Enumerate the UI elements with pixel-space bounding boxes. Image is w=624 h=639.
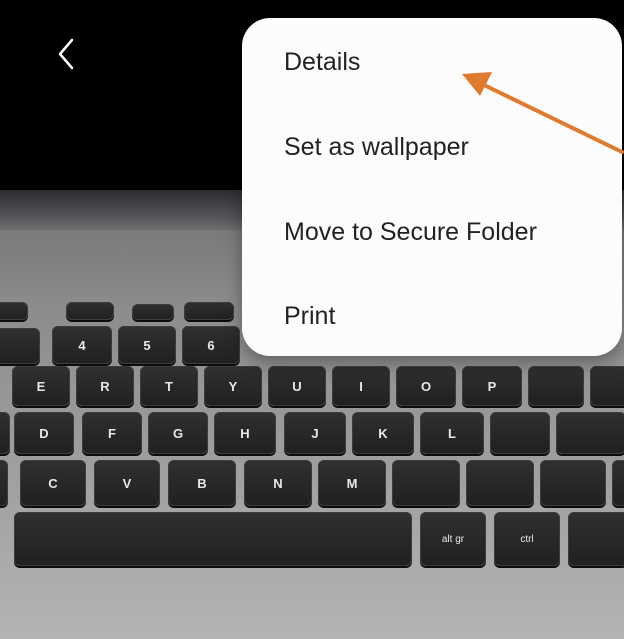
key: G bbox=[148, 412, 208, 454]
key bbox=[0, 328, 40, 364]
key-label: I bbox=[359, 378, 363, 394]
key: L bbox=[420, 412, 484, 454]
key bbox=[0, 302, 28, 320]
key bbox=[528, 366, 584, 406]
key-label: R bbox=[100, 378, 110, 394]
menu-item-print[interactable]: Print bbox=[284, 302, 335, 331]
key: 6 bbox=[182, 326, 240, 364]
key-label: U bbox=[292, 378, 302, 394]
key: R bbox=[76, 366, 134, 406]
key-label: K bbox=[378, 425, 388, 441]
key-label: M bbox=[346, 475, 358, 491]
key: N bbox=[244, 460, 312, 506]
key bbox=[392, 460, 460, 506]
key-label: D bbox=[39, 425, 49, 441]
key-label: C bbox=[48, 475, 58, 491]
key bbox=[556, 412, 624, 454]
key: 4 bbox=[52, 326, 112, 364]
key: I bbox=[332, 366, 390, 406]
key: U bbox=[268, 366, 326, 406]
key-label: T bbox=[165, 378, 173, 394]
photo-viewer-screen: 4 5 6 E R T Y U I O P D F G H J K L C V … bbox=[0, 0, 624, 639]
key: O bbox=[396, 366, 456, 406]
menu-item-move-to-secure-folder[interactable]: Move to Secure Folder bbox=[284, 218, 537, 247]
key-label: J bbox=[311, 425, 319, 441]
key-label: B bbox=[197, 475, 207, 491]
key-label: ctrl bbox=[520, 533, 534, 545]
key-label: F bbox=[108, 425, 116, 441]
key bbox=[612, 460, 624, 506]
key-label: P bbox=[487, 378, 497, 394]
key-label: O bbox=[420, 378, 432, 394]
key: M bbox=[318, 460, 386, 506]
key: 5 bbox=[118, 326, 176, 364]
key: V bbox=[94, 460, 160, 506]
key bbox=[568, 512, 624, 566]
key: J bbox=[284, 412, 346, 454]
key-label: N bbox=[273, 475, 283, 491]
key: K bbox=[352, 412, 414, 454]
spacebar-key bbox=[14, 512, 412, 566]
key-label: 5 bbox=[143, 337, 151, 353]
menu-item-set-as-wallpaper[interactable]: Set as wallpaper bbox=[284, 133, 469, 162]
key bbox=[540, 460, 606, 506]
key bbox=[132, 304, 174, 320]
key: E bbox=[12, 366, 70, 406]
key bbox=[0, 412, 10, 454]
key: B bbox=[168, 460, 236, 506]
key-label: G bbox=[172, 425, 184, 441]
menu-item-details[interactable]: Details bbox=[284, 48, 360, 77]
key bbox=[184, 302, 234, 320]
key: H bbox=[214, 412, 276, 454]
key bbox=[466, 460, 534, 506]
key: ctrl bbox=[494, 512, 560, 566]
back-icon[interactable] bbox=[52, 36, 82, 72]
key: D bbox=[14, 412, 74, 454]
key-label: L bbox=[448, 425, 456, 441]
key-label: Y bbox=[228, 378, 238, 394]
overflow-menu: Details Set as wallpaper Move to Secure … bbox=[242, 18, 622, 356]
key-label: V bbox=[122, 475, 132, 491]
key bbox=[66, 302, 114, 320]
key bbox=[490, 412, 550, 454]
key: P bbox=[462, 366, 522, 406]
key: C bbox=[20, 460, 86, 506]
key bbox=[590, 366, 624, 406]
key: Y bbox=[204, 366, 262, 406]
key-label: 4 bbox=[78, 337, 86, 353]
key bbox=[0, 460, 8, 506]
key-label: 6 bbox=[207, 337, 215, 353]
key-label: H bbox=[240, 425, 250, 441]
key: alt gr bbox=[420, 512, 486, 566]
key-label: alt gr bbox=[441, 533, 465, 545]
key: F bbox=[82, 412, 142, 454]
key-label: E bbox=[36, 378, 46, 394]
key: T bbox=[140, 366, 198, 406]
